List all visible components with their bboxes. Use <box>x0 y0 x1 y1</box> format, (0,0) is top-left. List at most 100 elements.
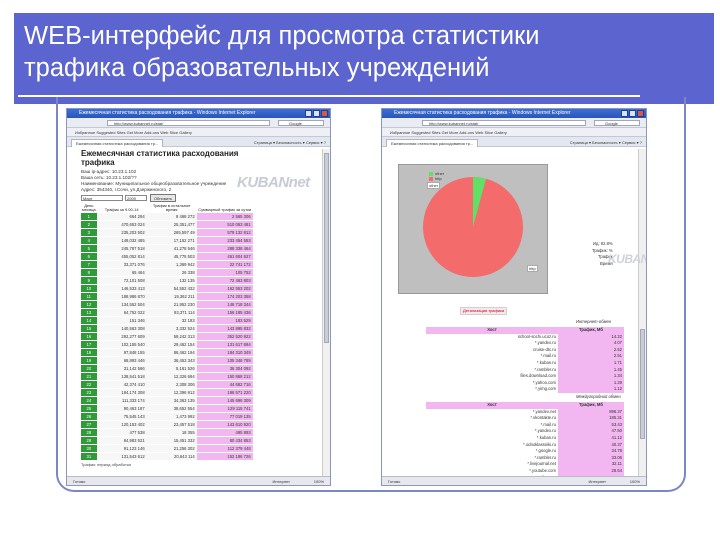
maximize-button[interactable] <box>313 110 320 117</box>
traffic-cell: 105 752 <box>196 268 253 277</box>
day-cell[interactable]: 4 <box>81 236 97 245</box>
window-controls <box>621 110 644 117</box>
day-cell[interactable]: 13 <box>81 308 97 317</box>
scrollbar-thumb[interactable] <box>324 153 329 343</box>
traffic-cell: 105 346 789 <box>196 356 253 365</box>
day-cell[interactable]: 27 <box>81 420 97 429</box>
day-cell[interactable]: 7 <box>81 260 97 269</box>
traffic-cell: 183 529 <box>196 316 253 325</box>
vertical-scrollbar[interactable] <box>322 149 330 476</box>
day-cell[interactable]: 1 <box>81 212 97 221</box>
traffic-cell: 53.43 <box>558 421 624 429</box>
day-cell[interactable]: 18 <box>81 348 97 357</box>
day-cell[interactable]: 5 <box>81 244 97 253</box>
day-cell[interactable]: 19 <box>81 356 97 365</box>
table-row: 25 90,463 187 38,652 554 129 115 741 <box>81 404 253 413</box>
host-row: *.mail.ru 2.51 <box>426 353 624 360</box>
day-cell[interactable]: 16 <box>81 332 97 341</box>
day-cell[interactable]: 22 <box>81 380 97 389</box>
day-cell[interactable]: 12 <box>81 300 97 309</box>
traffic-cell: 93,371 114 <box>146 308 197 317</box>
traffic-cell: 31,142 566 <box>96 364 147 373</box>
minimize-button[interactable] <box>305 110 312 117</box>
close-button[interactable] <box>637 110 644 117</box>
traffic-cell: 1,473 992 <box>146 412 197 421</box>
day-cell[interactable]: 21 <box>81 372 97 381</box>
day-cell[interactable]: 8 <box>81 268 97 277</box>
host-row: *.vkontakte.ru 185.31 <box>426 415 624 422</box>
column-header: Трафик в остальное время <box>152 203 191 213</box>
pie-label-http: http <box>527 265 538 272</box>
traffic-cell: 21,256 302 <box>146 444 197 453</box>
traffic-cell: 90,463 187 <box>96 404 147 413</box>
close-button[interactable] <box>321 110 328 117</box>
year-select[interactable]: 2009 <box>125 195 147 201</box>
pie-svg <box>423 176 523 277</box>
day-cell[interactable]: 14 <box>81 316 97 325</box>
zoom-level[interactable]: 100% <box>630 477 640 485</box>
day-cell[interactable]: 29 <box>81 436 97 445</box>
day-cell[interactable]: 23 <box>81 388 97 397</box>
traffic-cell: 72,101 508 <box>96 276 147 285</box>
day-cell[interactable]: 11 <box>81 292 97 301</box>
day-cell[interactable]: 24 <box>81 396 97 405</box>
day-cell[interactable]: 3 <box>81 228 97 237</box>
favorites-bar[interactable]: Избранное Suggested Sites Get More Add-o… <box>67 128 330 137</box>
url-input[interactable]: http://www.kubannet.ru/stat/ <box>107 120 270 126</box>
traffic-cell: 235,203 502 <box>96 228 147 237</box>
month-select[interactable]: Март <box>81 195 123 201</box>
zoom-level[interactable]: 100% <box>314 477 324 485</box>
day-cell[interactable]: 28 <box>81 428 97 437</box>
day-cell[interactable]: 30 <box>81 444 97 453</box>
traffic-cell: 896.37 <box>558 408 624 416</box>
day-cell[interactable]: 17 <box>81 340 97 349</box>
tab-statistics[interactable]: Ежемесячная статистика расходования тр..… <box>71 139 164 147</box>
traffic-cell: 36 304 092 <box>196 364 253 373</box>
table-row: 7 33,371 076 1,369 942 22 741 172 <box>81 260 253 269</box>
tab-statistics[interactable]: Ежемесячная статистика расходования тр..… <box>386 139 479 147</box>
traffic-cell: 28.54 <box>558 467 624 475</box>
traffic-cell: 44 682 716 <box>196 380 253 389</box>
search-input[interactable]: Google <box>594 120 640 126</box>
maximize-button[interactable] <box>629 110 636 117</box>
traffic-cell: 245,787 518 <box>96 244 147 253</box>
day-cell[interactable]: 26 <box>81 412 97 421</box>
traffic-cell: 510 063 481 <box>196 220 253 229</box>
toolbar-menus[interactable]: Страница ▾ Безопасность ▾ Сервис ▾ ? <box>570 139 642 146</box>
search-input[interactable]: Google <box>278 120 324 126</box>
url-input[interactable]: http://www.kubannet.ru/stat/ <box>422 120 586 126</box>
day-cell[interactable]: 20 <box>81 364 97 373</box>
traffic-cell: 265,597 49 <box>146 228 197 237</box>
traffic-cell: 148,032 485 <box>96 236 147 245</box>
refresh-button[interactable]: Обновить <box>150 194 176 202</box>
traffic-cell: 1.29 <box>558 379 624 387</box>
traffic-cell: 132 135 <box>146 276 197 285</box>
zone-indicator: Интернет <box>588 479 606 484</box>
traffic-cell: 77 019 135 <box>196 412 253 421</box>
host-row: *.rambler.ru 33.06 <box>426 454 624 462</box>
day-cell[interactable]: 9 <box>81 276 97 285</box>
day-cell[interactable]: 25 <box>81 404 97 413</box>
traffic-cell: 1.12 <box>558 386 624 393</box>
traffic-detail-link[interactable]: Детализация трафика <box>460 307 508 315</box>
minimize-button[interactable] <box>621 110 628 117</box>
traffic-cell: 174 203 358 <box>196 292 253 301</box>
day-cell[interactable]: 2 <box>81 220 97 229</box>
day-cell[interactable]: 10 <box>81 284 97 293</box>
day-cell[interactable]: 6 <box>81 252 97 261</box>
left-browser-window: Ежемесячная статистика расходования траф… <box>66 108 331 486</box>
vertical-scrollbar[interactable] <box>638 149 646 476</box>
host-row: *.kuban.ru 41.12 <box>426 434 624 442</box>
day-cell[interactable]: 31 <box>81 452 97 461</box>
traffic-cell: 477 538 <box>96 428 147 437</box>
column-header: Суммарный трафик за сутки <box>198 207 252 213</box>
traffic-cell: 12,396 912 <box>146 388 197 397</box>
traffic-cell: 41,278 546 <box>146 244 197 253</box>
scrollbar-thumb[interactable] <box>640 329 645 439</box>
traffic-cell: 188,986 870 <box>96 292 147 301</box>
day-cell[interactable]: 15 <box>81 324 97 333</box>
toolbar-menus[interactable]: Страница ▾ Безопасность ▾ Сервис ▾ ? <box>254 139 326 146</box>
favorites-bar[interactable]: Избранное Suggested Sites Get More Add-o… <box>382 128 646 137</box>
traffic-cell: 33,371 076 <box>96 260 147 269</box>
traffic-cell: 664 294 <box>96 212 147 221</box>
